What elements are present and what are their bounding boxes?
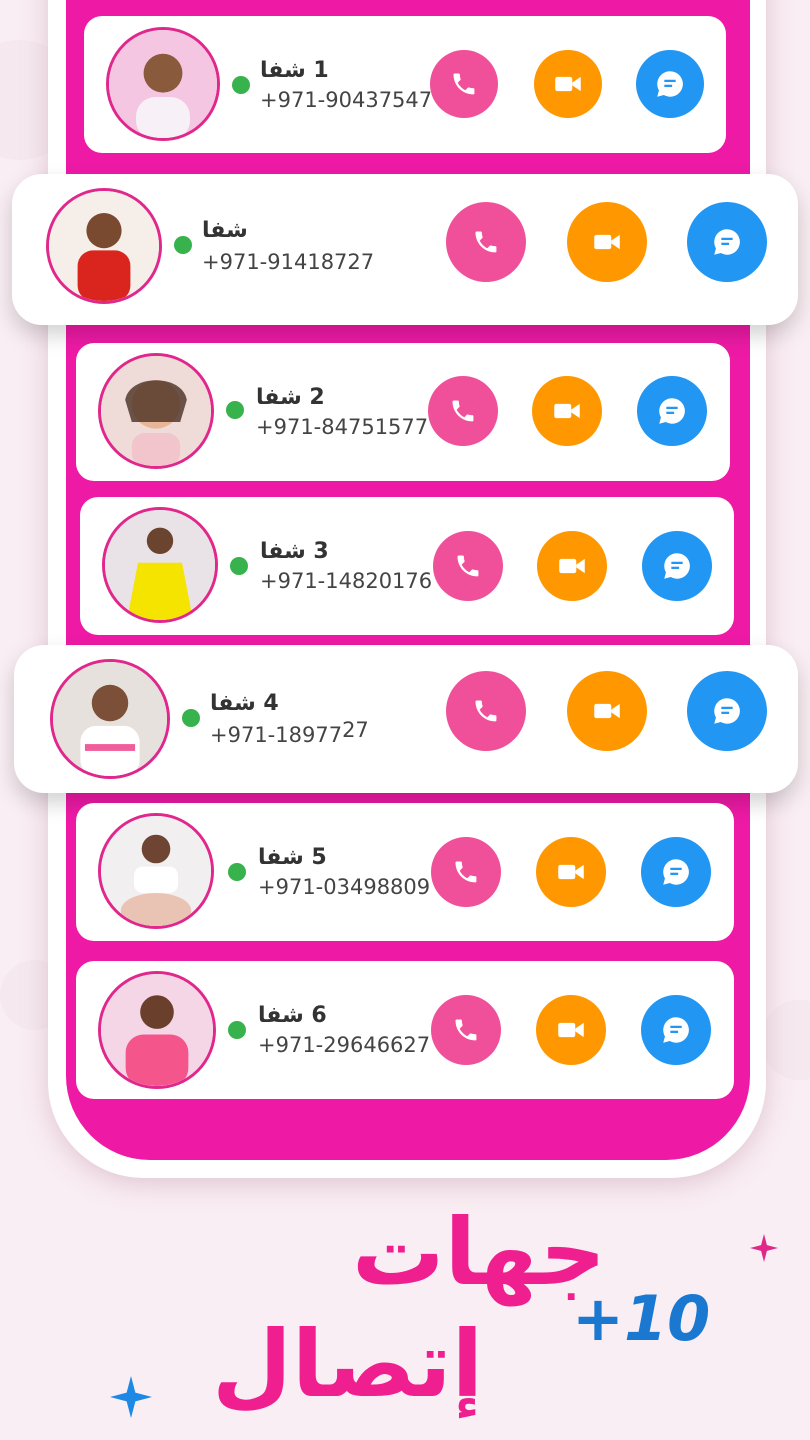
contact-name: 2 شفا [256, 385, 325, 410]
contact-name: 4 شفا [210, 691, 279, 716]
contact-name: شفا [202, 218, 248, 243]
chat-button[interactable] [687, 671, 767, 751]
online-status-dot [228, 863, 246, 881]
contact-phone: +971-14820176 [260, 569, 433, 593]
video-call-button[interactable] [537, 531, 607, 601]
phone-icon [455, 861, 477, 883]
contact-card[interactable]: 6 شفا +971-29646627 [76, 961, 734, 1099]
phone-icon [455, 1019, 477, 1041]
contact-phone-suffix: 27 [342, 718, 369, 742]
video-camera-icon [559, 558, 585, 574]
contact-phone: +971-90437547 [260, 88, 433, 112]
contact-name: 1 شفا [260, 58, 329, 83]
contact-avatar [102, 507, 218, 623]
contact-phone: +971-84751577 [256, 415, 429, 439]
chat-bubble-icon [659, 398, 685, 424]
contact-phone-main: +971-18977 [210, 723, 343, 747]
contact-phone: +971-1897727 [210, 718, 369, 747]
contact-avatar [98, 813, 214, 929]
contact-name: 3 شفا [260, 539, 329, 564]
chat-button[interactable] [637, 376, 707, 446]
phone-icon [457, 555, 479, 577]
video-camera-icon [558, 1022, 584, 1038]
phone-icon [453, 73, 475, 95]
video-call-button[interactable] [534, 50, 602, 118]
sparkle-icon [110, 1376, 152, 1418]
video-camera-icon [554, 403, 580, 419]
contact-avatar [98, 971, 216, 1089]
contact-card-highlighted[interactable]: 4 شفا +971-1897727 [14, 645, 798, 793]
video-camera-icon [558, 864, 584, 880]
online-status-dot [228, 1021, 246, 1039]
contact-avatar [106, 27, 220, 141]
contact-card-highlighted[interactable]: شفا +971-91418727 [12, 174, 798, 325]
background-doodle [760, 1000, 810, 1080]
chat-button[interactable] [641, 837, 711, 907]
chat-bubble-icon [663, 859, 689, 885]
chat-button[interactable] [641, 995, 711, 1065]
contact-avatar [50, 659, 170, 779]
phone-icon [475, 700, 497, 722]
call-button[interactable] [428, 376, 498, 446]
promo-count: +10 [572, 1282, 711, 1355]
call-button[interactable] [446, 202, 526, 282]
video-camera-icon [594, 234, 620, 250]
chat-bubble-icon [657, 71, 683, 97]
online-status-dot [232, 76, 250, 94]
contact-name: 5 شفا [258, 845, 327, 870]
chat-button[interactable] [687, 202, 767, 282]
phone-icon [475, 231, 497, 253]
chat-bubble-icon [664, 553, 690, 579]
call-button[interactable] [433, 531, 503, 601]
contact-phone: +971-91418727 [202, 250, 375, 274]
promo-title-line1: جهات [352, 1199, 607, 1306]
contact-name: 6 شفا [258, 1003, 327, 1028]
online-status-dot [230, 557, 248, 575]
call-button[interactable] [446, 671, 526, 751]
phone-icon [452, 400, 474, 422]
video-camera-icon [594, 703, 620, 719]
contact-avatar [46, 188, 162, 304]
promo-title-line2: إتصال [212, 1311, 484, 1418]
chat-bubble-icon [663, 1017, 689, 1043]
call-button[interactable] [430, 50, 498, 118]
contact-avatar [98, 353, 214, 469]
video-call-button[interactable] [536, 995, 606, 1065]
call-button[interactable] [431, 837, 501, 907]
video-call-button[interactable] [567, 671, 647, 751]
chat-bubble-icon [714, 698, 740, 724]
online-status-dot [182, 709, 200, 727]
contact-phone: +971-29646627 [258, 1033, 431, 1057]
call-button[interactable] [431, 995, 501, 1065]
contact-card[interactable]: 2 شفا +971-84751577 [76, 343, 730, 481]
video-camera-icon [555, 76, 581, 92]
video-call-button[interactable] [532, 376, 602, 446]
online-status-dot [174, 236, 192, 254]
contact-card[interactable]: 1 شفا +971-90437547 [84, 16, 726, 153]
chat-button[interactable] [636, 50, 704, 118]
contact-card[interactable]: 5 شفا +971-03498809 [76, 803, 734, 941]
video-call-button[interactable] [536, 837, 606, 907]
contact-phone: +971-03498809 [258, 875, 431, 899]
chat-button[interactable] [642, 531, 712, 601]
online-status-dot [226, 401, 244, 419]
contact-card[interactable]: 3 شفا +971-14820176 [80, 497, 734, 635]
sparkle-icon [750, 1234, 778, 1262]
video-call-button[interactable] [567, 202, 647, 282]
chat-bubble-icon [714, 229, 740, 255]
